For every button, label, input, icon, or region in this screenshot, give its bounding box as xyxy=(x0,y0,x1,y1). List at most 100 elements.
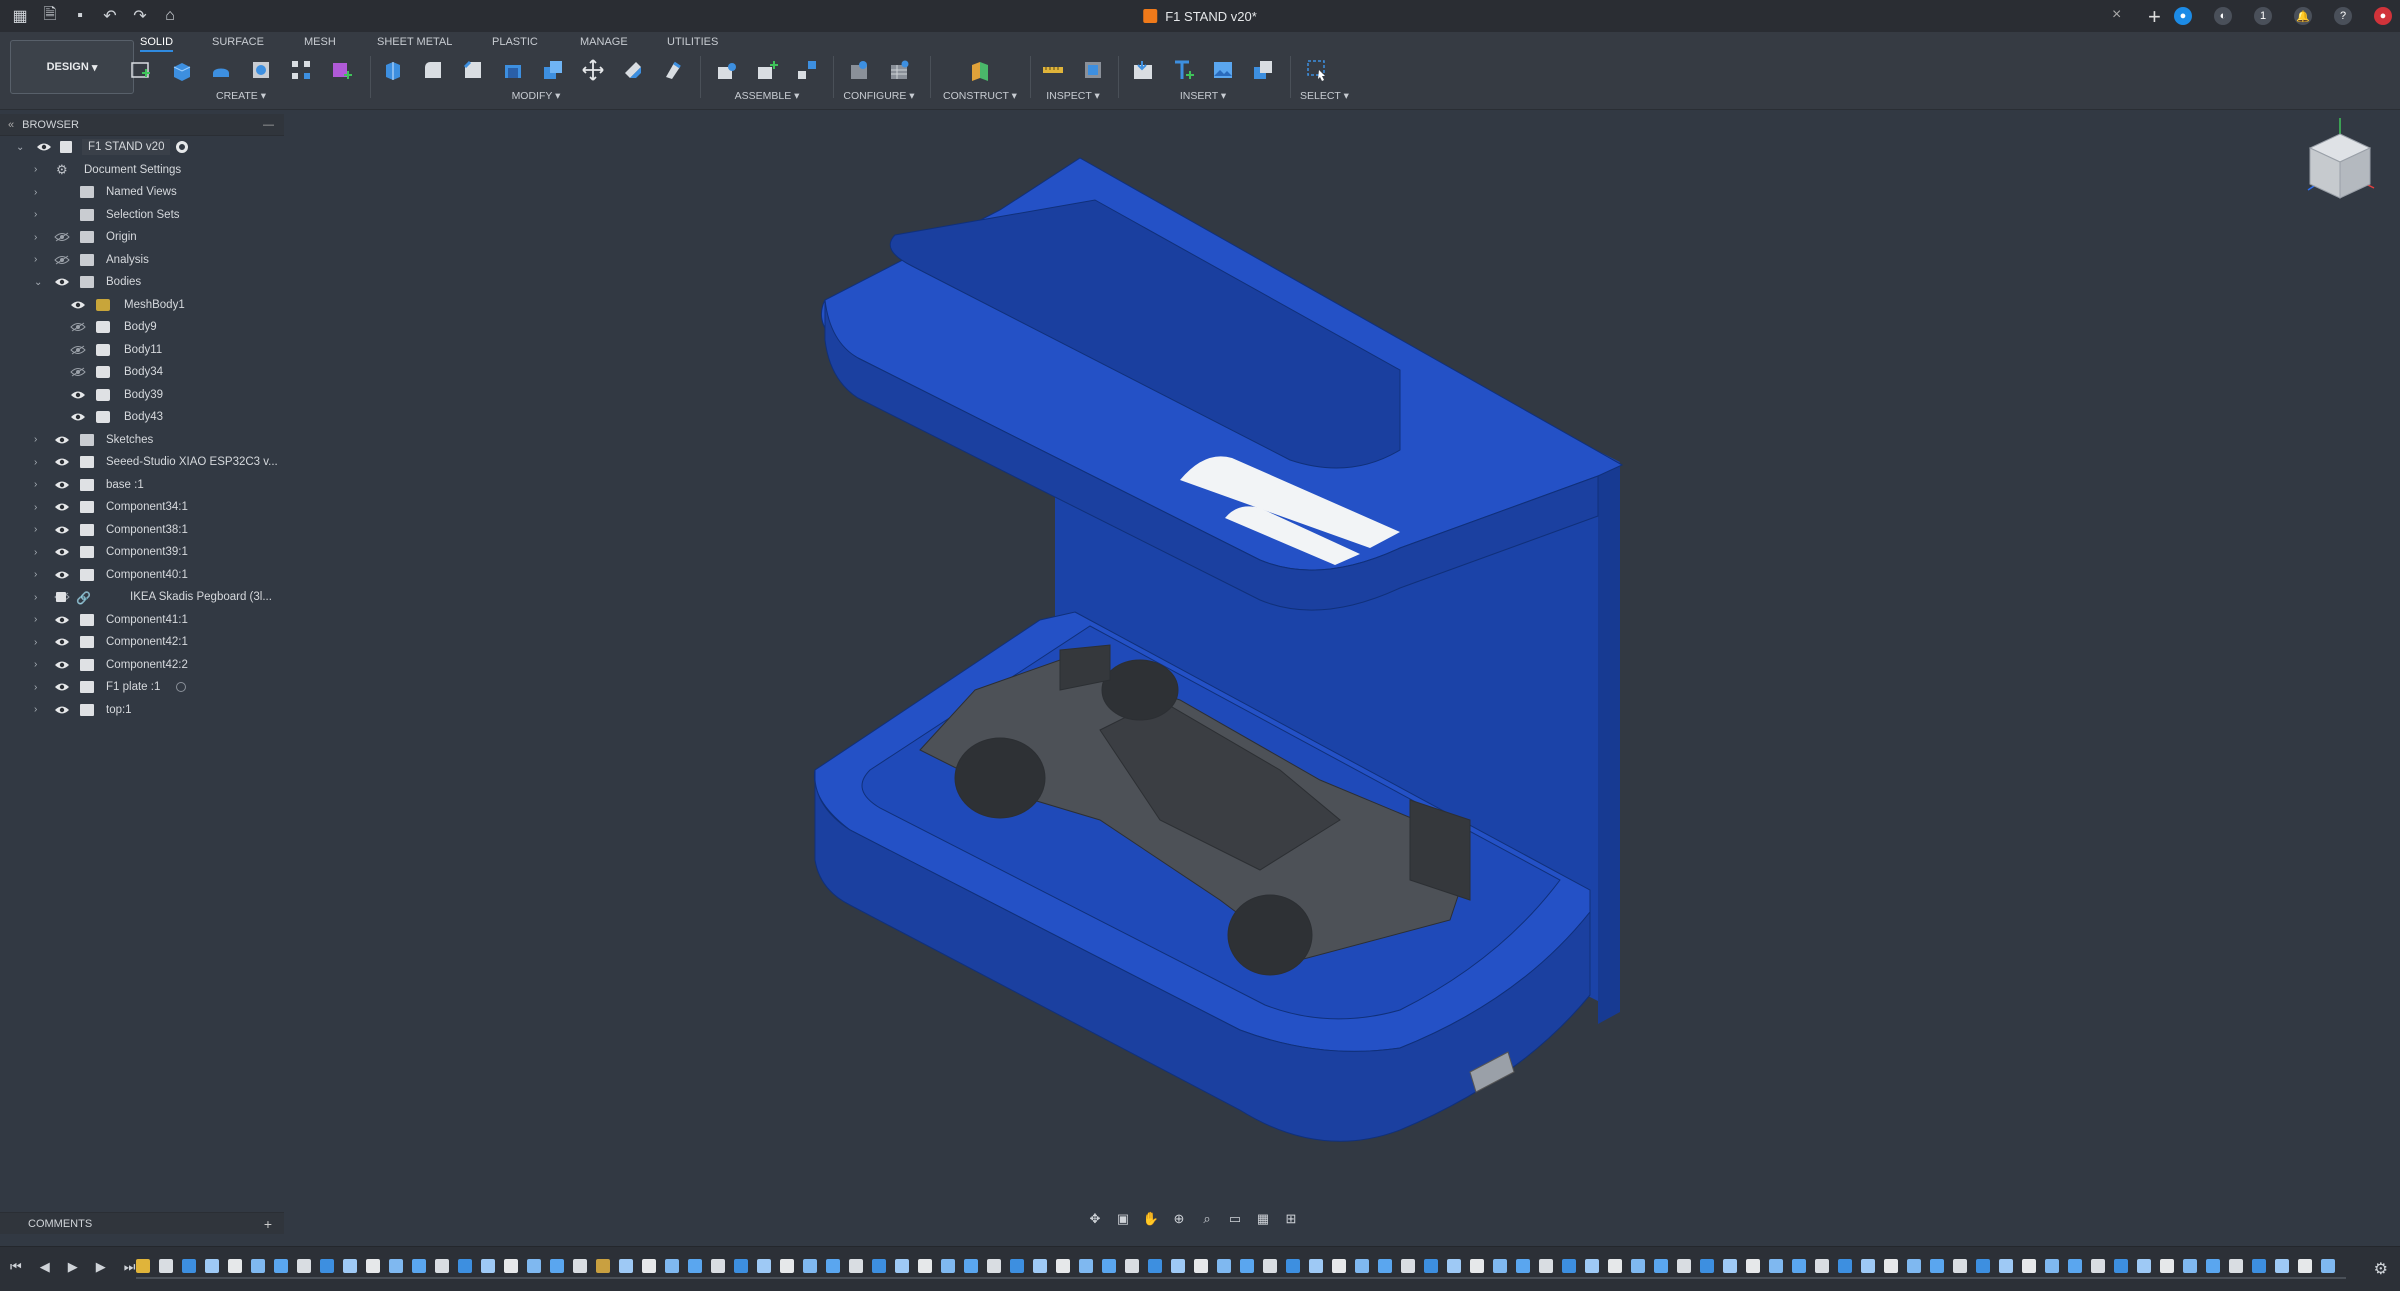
visibility-eye-icon[interactable] xyxy=(54,682,70,692)
timeline-feature-icon[interactable] xyxy=(1010,1259,1024,1273)
browser-root-row[interactable]: ⌄ F1 STAND v20 xyxy=(0,136,284,158)
visibility-eye-icon[interactable] xyxy=(54,705,70,715)
inspect-group-label[interactable]: INSPECT ▾ xyxy=(1036,90,1110,102)
timeline-feature-icon[interactable] xyxy=(1309,1259,1323,1273)
construct-group-label[interactable]: CONSTRUCT ▾ xyxy=(940,90,1020,102)
browser-item[interactable]: › Origin xyxy=(0,226,284,248)
close-tab-icon[interactable]: × xyxy=(2112,6,2121,24)
tab-surface[interactable]: SURFACE xyxy=(212,34,264,50)
browser-item[interactable]: Body39 xyxy=(0,384,284,406)
chevron-right-icon[interactable]: › xyxy=(34,232,44,243)
timeline-feature-icon[interactable] xyxy=(2183,1259,2197,1273)
chevron-right-icon[interactable]: › xyxy=(34,569,44,580)
timeline-feature-icon[interactable] xyxy=(2114,1259,2128,1273)
insert-canvas-icon[interactable] xyxy=(1206,53,1240,87)
notifications-bell-icon[interactable]: 🔔 xyxy=(2294,7,2312,25)
timeline-feature-icon[interactable] xyxy=(1194,1259,1208,1273)
timeline-feature-icon[interactable] xyxy=(1286,1259,1300,1273)
zoom-icon[interactable]: ⊕ xyxy=(1170,1211,1188,1227)
new-tab-icon[interactable]: + xyxy=(2148,4,2161,30)
timeline-feature-icon[interactable] xyxy=(941,1259,955,1273)
visibility-eye-icon[interactable] xyxy=(70,412,86,422)
browser-item[interactable]: › Component34:1 xyxy=(0,496,284,518)
timeline-feature-icon[interactable] xyxy=(1723,1259,1737,1273)
select-group-label[interactable]: SELECT ▾ xyxy=(1300,90,1349,102)
align-icon[interactable] xyxy=(656,53,690,87)
insert-svg-icon[interactable] xyxy=(1126,53,1160,87)
timeline-feature-icon[interactable] xyxy=(1079,1259,1093,1273)
browser-item[interactable]: Body9 xyxy=(0,316,284,338)
browser-item[interactable]: › Selection Sets xyxy=(0,204,284,226)
browser-item[interactable]: Body43 xyxy=(0,406,284,428)
timeline-feature-icon[interactable] xyxy=(619,1259,633,1273)
timeline-feature-icon[interactable] xyxy=(1424,1259,1438,1273)
chevron-right-icon[interactable]: › xyxy=(34,254,44,265)
browser-item[interactable]: › base :1 xyxy=(0,474,284,496)
plane-icon[interactable] xyxy=(963,53,997,87)
timeline-feature-icon[interactable] xyxy=(1585,1259,1599,1273)
new-sketch-icon[interactable] xyxy=(124,53,158,87)
timeline-settings-icon[interactable]: ⚙ xyxy=(2374,1259,2388,1279)
timeline-feature-icon[interactable] xyxy=(504,1259,518,1273)
browser-item[interactable]: › Component39:1 xyxy=(0,541,284,563)
fillet-icon[interactable] xyxy=(416,53,450,87)
timeline-feature-icon[interactable] xyxy=(1907,1259,1921,1273)
timeline-feature-icon[interactable] xyxy=(1378,1259,1392,1273)
browser-item[interactable]: › F1 plate :1 xyxy=(0,676,284,698)
timeline-feature-icon[interactable] xyxy=(1263,1259,1277,1273)
section-analysis-icon[interactable] xyxy=(1076,53,1110,87)
insert-text-icon[interactable] xyxy=(1166,53,1200,87)
chevron-right-icon[interactable]: › xyxy=(34,164,44,175)
save-icon[interactable]: ▪ xyxy=(70,6,90,26)
job-status-icon[interactable]: ◐ xyxy=(2214,7,2232,25)
timeline-feature-icon[interactable] xyxy=(964,1259,978,1273)
timeline-feature-icon[interactable] xyxy=(389,1259,403,1273)
browser-item[interactable]: › Component42:2 xyxy=(0,654,284,676)
timeline-feature-icon[interactable] xyxy=(1102,1259,1116,1273)
timeline-feature-icon[interactable] xyxy=(136,1259,150,1273)
timeline-feature-icon[interactable] xyxy=(1677,1259,1691,1273)
chevron-right-icon[interactable]: › xyxy=(34,209,44,220)
assemble-group-label[interactable]: ASSEMBLE ▾ xyxy=(710,90,824,102)
browser-item[interactable]: › Seeed-Studio XIAO ESP32C3 v... xyxy=(0,451,284,473)
measure-icon[interactable] xyxy=(1036,53,1070,87)
revolve-icon[interactable] xyxy=(204,53,238,87)
pan-icon[interactable]: ✋ xyxy=(1142,1211,1160,1227)
timeline-feature-icon[interactable] xyxy=(1976,1259,1990,1273)
tab-mesh[interactable]: MESH xyxy=(304,34,336,50)
timeline-feature-icon[interactable] xyxy=(803,1259,817,1273)
browser-item[interactable]: › Component41:1 xyxy=(0,609,284,631)
timeline-feature-icon[interactable] xyxy=(1884,1259,1898,1273)
tab-manage[interactable]: MANAGE xyxy=(580,34,628,50)
timeline-feature-icon[interactable] xyxy=(1930,1259,1944,1273)
timeline-feature-icon[interactable] xyxy=(2206,1259,2220,1273)
timeline-feature-icon[interactable] xyxy=(228,1259,242,1273)
browser-item[interactable]: › Component40:1 xyxy=(0,564,284,586)
move-icon[interactable] xyxy=(576,53,610,87)
timeline-feature-icon[interactable] xyxy=(1148,1259,1162,1273)
timeline-feature-icon[interactable] xyxy=(1861,1259,1875,1273)
pattern-icon[interactable] xyxy=(284,53,318,87)
step-forward-icon[interactable]: ▶ xyxy=(96,1259,106,1275)
timeline-feature-icon[interactable] xyxy=(1999,1259,2013,1273)
timeline-feature-icon[interactable] xyxy=(2068,1259,2082,1273)
timeline-feature-icon[interactable] xyxy=(1815,1259,1829,1273)
go-to-end-icon[interactable]: ⏭ xyxy=(124,1259,136,1275)
timeline-feature-icon[interactable] xyxy=(2160,1259,2174,1273)
chevron-down-icon[interactable]: ⌄ xyxy=(16,142,26,153)
timeline-feature-icon[interactable] xyxy=(274,1259,288,1273)
help-icon[interactable]: ? xyxy=(2334,7,2352,25)
timeline-feature-icon[interactable] xyxy=(1493,1259,1507,1273)
timeline-feature-icon[interactable] xyxy=(1516,1259,1530,1273)
create-group-label[interactable]: CREATE ▾ xyxy=(124,90,358,102)
timeline-feature-icon[interactable] xyxy=(297,1259,311,1273)
browser-item[interactable]: ⌄ Bodies xyxy=(0,271,284,293)
timeline-feature-icon[interactable] xyxy=(734,1259,748,1273)
collapse-panel-icon[interactable]: « xyxy=(8,119,14,131)
step-back-icon[interactable]: ◀ xyxy=(40,1259,50,1275)
configure-group-label[interactable]: CONFIGURE ▾ xyxy=(842,90,916,102)
timeline-feature-icon[interactable] xyxy=(573,1259,587,1273)
timeline-feature-icon[interactable] xyxy=(182,1259,196,1273)
timeline-feature-icon[interactable] xyxy=(1562,1259,1576,1273)
timeline-feature-icon[interactable] xyxy=(872,1259,886,1273)
